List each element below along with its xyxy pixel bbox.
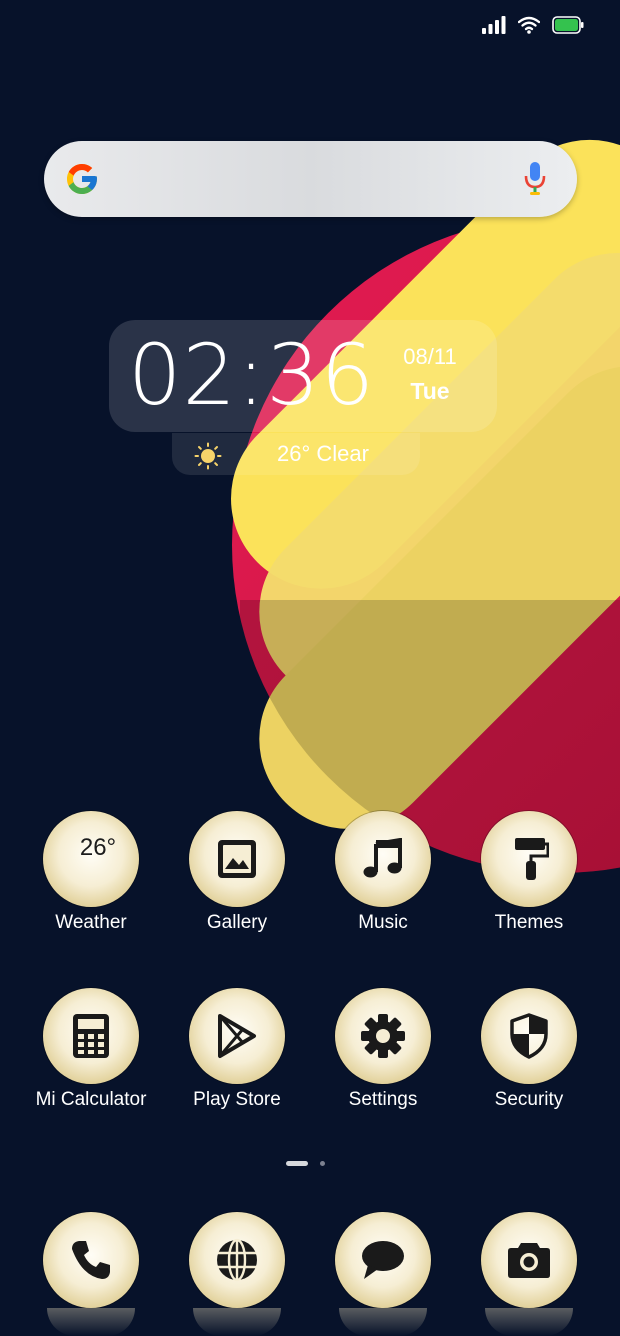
app-label-weather: Weather bbox=[55, 912, 127, 933]
app-play-store[interactable]: Play Store bbox=[164, 988, 310, 1138]
weather-temp: 26° bbox=[79, 834, 117, 861]
dock-reflection bbox=[485, 1308, 573, 1336]
app-label-security: Security bbox=[494, 1089, 564, 1110]
status-bar bbox=[482, 16, 584, 34]
calculator-icon bbox=[43, 988, 139, 1084]
app-weather[interactable]: 26° Weather bbox=[18, 811, 164, 961]
camera-icon bbox=[481, 1212, 577, 1308]
weather-icon: 26° bbox=[43, 811, 139, 907]
app-security[interactable]: Security bbox=[456, 988, 602, 1138]
app-gallery[interactable]: Gallery bbox=[164, 811, 310, 961]
dock-messages[interactable] bbox=[335, 1212, 431, 1336]
clock-date: 08/11 bbox=[403, 344, 457, 369]
microphone-icon[interactable] bbox=[524, 161, 546, 197]
app-settings[interactable]: Settings bbox=[310, 988, 456, 1138]
app-label-play-store: Play Store bbox=[193, 1089, 281, 1110]
app-mi-calculator[interactable]: Mi Calculator bbox=[18, 988, 164, 1138]
play-store-icon bbox=[189, 988, 285, 1084]
app-label-music: Music bbox=[358, 912, 408, 933]
dock-reflection bbox=[47, 1308, 135, 1336]
app-themes[interactable]: Themes bbox=[456, 811, 602, 961]
shield-icon bbox=[481, 988, 577, 1084]
weather-text: 26° Clear bbox=[277, 441, 369, 466]
page-indicator[interactable] bbox=[286, 1161, 325, 1166]
messages-icon bbox=[335, 1212, 431, 1308]
signal-icon bbox=[482, 16, 506, 34]
page-dot bbox=[320, 1161, 325, 1166]
page-dot-active bbox=[286, 1161, 308, 1166]
wifi-icon bbox=[518, 16, 540, 34]
app-music[interactable]: Music bbox=[310, 811, 456, 961]
phone-icon bbox=[43, 1212, 139, 1308]
app-label-gallery: Gallery bbox=[206, 912, 268, 933]
app-label-settings: Settings bbox=[348, 1089, 418, 1110]
dock-browser[interactable] bbox=[189, 1212, 285, 1336]
gear-icon bbox=[335, 988, 431, 1084]
battery-icon bbox=[552, 16, 584, 34]
clock-day: Tue bbox=[410, 378, 450, 404]
music-note-icon bbox=[335, 811, 431, 907]
google-logo-icon bbox=[67, 164, 97, 194]
app-label-themes: Themes bbox=[494, 912, 564, 933]
browser-globe-icon bbox=[189, 1212, 285, 1308]
dock-camera[interactable] bbox=[481, 1212, 577, 1336]
clock-time: 02:36 bbox=[128, 326, 376, 424]
dock-phone[interactable] bbox=[43, 1212, 139, 1336]
dock-reflection bbox=[193, 1308, 281, 1336]
gallery-icon bbox=[189, 811, 285, 907]
sun-icon bbox=[194, 442, 222, 470]
google-search-bar[interactable] bbox=[44, 141, 577, 217]
app-label-mi-calculator: Mi Calculator bbox=[35, 1089, 147, 1110]
paint-roller-icon bbox=[481, 811, 577, 907]
dock-reflection bbox=[339, 1308, 427, 1336]
